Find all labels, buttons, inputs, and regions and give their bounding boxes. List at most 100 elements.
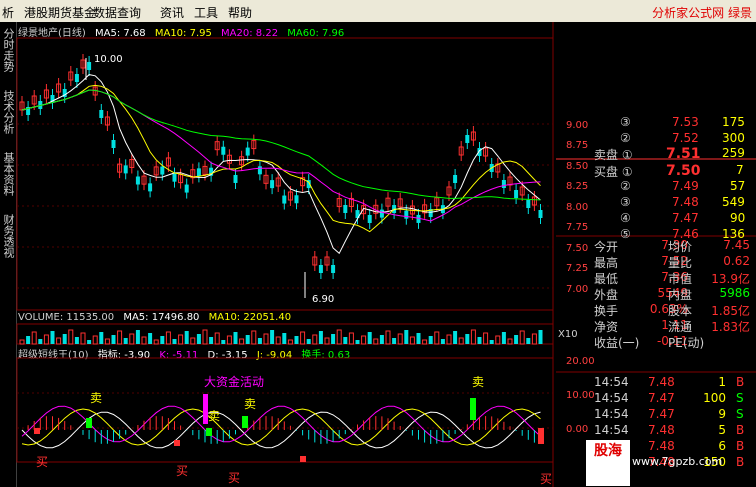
candle-body xyxy=(123,165,128,174)
volume-bar xyxy=(92,335,98,345)
tick-price: 7.48 xyxy=(648,375,675,389)
tick-vol: 6 xyxy=(718,439,726,453)
bid-volume: 57 xyxy=(730,179,746,193)
stat-row: 最高 7.52 量比 0.62 xyxy=(556,254,756,270)
fund-activity-label: 大资金活动 xyxy=(204,374,264,389)
bid-row: ③ 7.48 549 xyxy=(556,195,756,211)
volume-bar xyxy=(348,332,354,345)
stat-v2: 5986 xyxy=(719,286,750,300)
fund-activity-bar xyxy=(203,394,208,424)
volume-bar xyxy=(257,338,262,344)
volume-bar xyxy=(239,338,245,345)
tick-vol: 9 xyxy=(718,407,726,421)
volume-bar xyxy=(355,340,360,344)
stat-v2: 1.83亿 xyxy=(711,320,750,334)
stat-row: 今开 7.30 均价 7.45 xyxy=(556,238,756,254)
ask-volume: 259 xyxy=(722,146,745,160)
volume-bar xyxy=(19,339,25,345)
stat-l1: 外盘 xyxy=(594,288,619,302)
volume-bar xyxy=(306,339,311,344)
candle-body xyxy=(87,62,92,70)
ask-row: 卖盘 ① 7.51 259 xyxy=(556,146,756,162)
volume-bar xyxy=(318,331,323,344)
volume-bar xyxy=(233,332,238,344)
ma10-line xyxy=(21,84,541,233)
candle-body xyxy=(453,175,458,183)
volume-bar xyxy=(196,334,201,344)
volume-bar xyxy=(453,331,458,344)
candle-body xyxy=(148,183,153,192)
candle-body xyxy=(160,166,165,175)
volume-bar xyxy=(80,332,86,345)
volume-bar xyxy=(190,337,196,345)
tick-time: 14:54 xyxy=(594,407,629,421)
sell-bar xyxy=(206,428,212,436)
tick-side: S xyxy=(736,391,744,405)
sell-bar xyxy=(242,416,248,428)
ask-price: 7.51 xyxy=(666,146,701,162)
candle-body xyxy=(343,205,348,214)
tick-vol: 100 xyxy=(703,391,726,405)
bid-volume: 549 xyxy=(722,195,745,209)
high-marker: 10.00 xyxy=(94,54,123,65)
tick-vol: 1 xyxy=(718,375,726,389)
bid-price: 7.47 xyxy=(672,211,699,225)
tick-side: B xyxy=(736,423,745,437)
candle-body xyxy=(501,180,506,188)
volume-bar xyxy=(392,338,397,344)
volume-bar xyxy=(270,330,275,344)
volume-bar xyxy=(446,334,452,345)
volume-bar xyxy=(141,336,147,345)
tick-side: S xyxy=(736,407,744,421)
volume-bar xyxy=(148,333,153,344)
volume-bar xyxy=(202,329,208,345)
volume-bar xyxy=(300,331,306,345)
tick-row: 14:54 7.47 100 S xyxy=(556,391,756,407)
volume-bar xyxy=(74,337,79,344)
stat-v2: 0.62 xyxy=(723,254,750,268)
watermark: www.7gpzb.com xyxy=(632,455,723,468)
candle-body xyxy=(233,174,238,183)
volume-bar xyxy=(331,334,336,344)
volume-bar xyxy=(519,330,525,345)
ask-label: ③ xyxy=(620,115,631,129)
volume-bar xyxy=(385,330,391,345)
volume-bar xyxy=(214,332,220,345)
candle-body xyxy=(111,140,116,148)
ma5-line xyxy=(21,74,541,255)
candle-body xyxy=(367,214,372,223)
tick-row: 14:54 7.48 1 B xyxy=(556,375,756,391)
volume-bar xyxy=(56,337,62,345)
volume-bar xyxy=(184,331,189,344)
ask-label: ② xyxy=(620,131,631,145)
stat-l2: 股本 xyxy=(668,304,693,318)
stat-row: 换手 0.63% 股本 1.85亿 xyxy=(556,302,756,318)
stat-l1: 今开 xyxy=(594,240,619,254)
stat-l2: 流通 xyxy=(668,320,693,334)
volume-bar xyxy=(209,337,214,344)
candle-body xyxy=(135,176,140,185)
volume-bar xyxy=(123,338,128,344)
candle-body xyxy=(257,166,262,175)
indicator-lines xyxy=(21,405,541,449)
stat-l2: PE(动) xyxy=(668,336,705,350)
stat-v2: 1.85亿 xyxy=(711,304,750,318)
candle-body xyxy=(379,209,384,218)
sell-bar xyxy=(86,418,92,428)
stat-l1: 最高 xyxy=(594,256,619,270)
buy-signal: 买 xyxy=(540,472,552,486)
volume-bar xyxy=(26,336,31,344)
candle-body xyxy=(282,195,287,204)
volume-bar xyxy=(361,335,367,345)
tick-price: 7.48 xyxy=(648,423,675,437)
ask-price: 7.52 xyxy=(672,131,699,145)
candle-body xyxy=(221,146,226,155)
buy-bar xyxy=(174,440,180,446)
volume-bar xyxy=(172,339,177,344)
volume-bar xyxy=(294,336,299,344)
volume-bar xyxy=(43,334,49,345)
volume-bar xyxy=(245,335,250,344)
volume-bar xyxy=(117,330,123,345)
bid-label: ② xyxy=(620,179,631,193)
tick-time: 14:54 xyxy=(594,423,629,437)
